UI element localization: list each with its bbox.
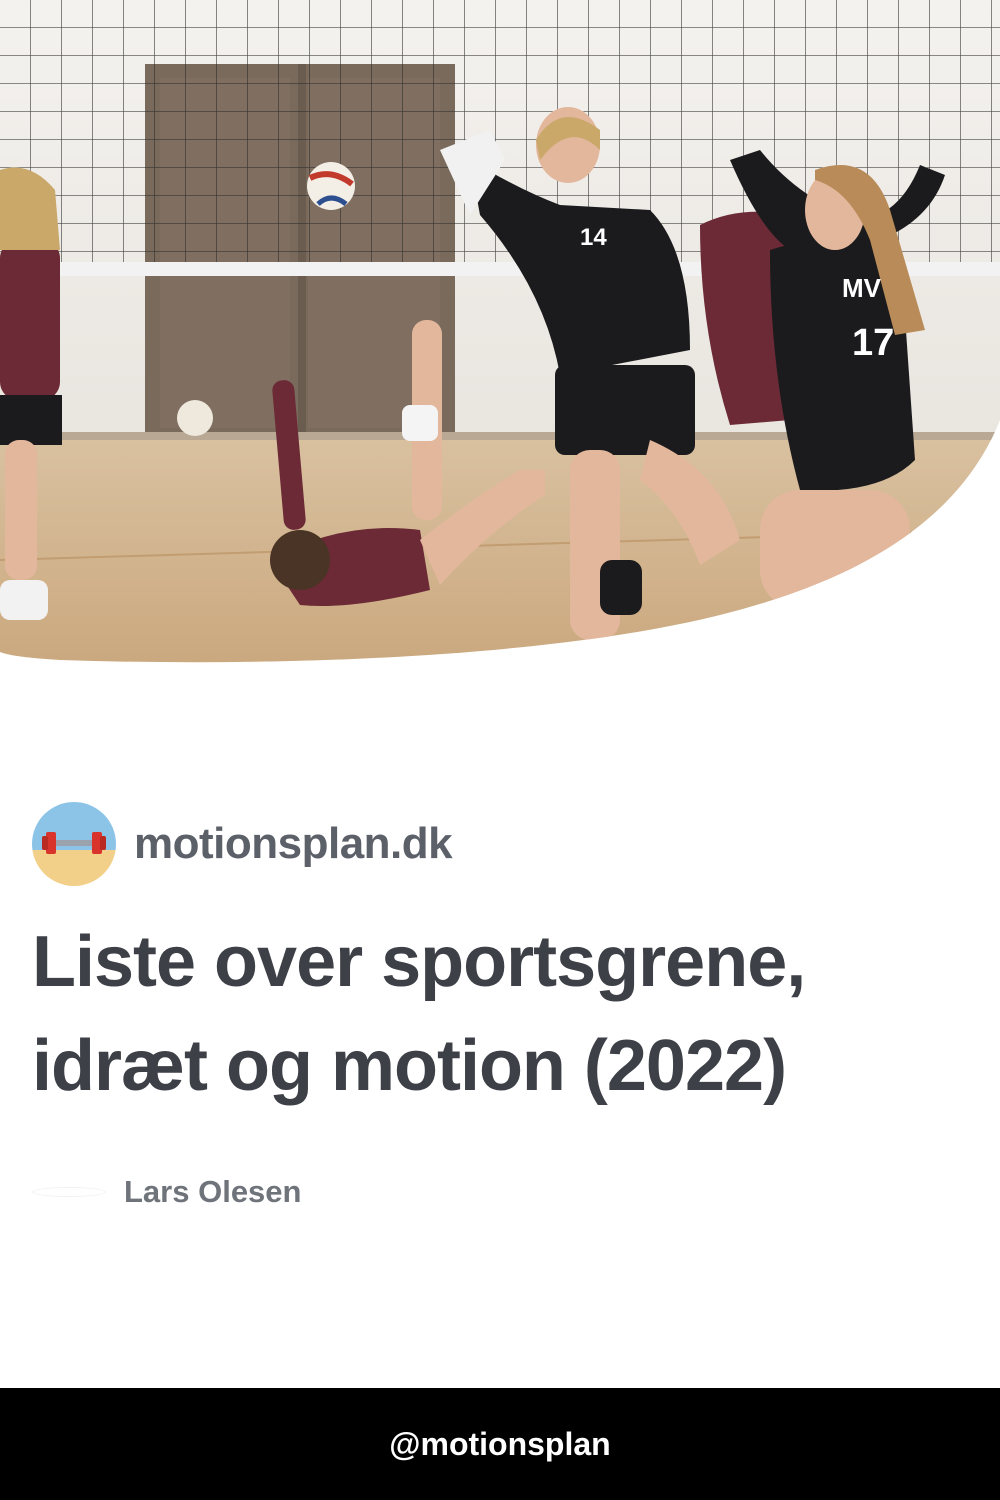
article-title: Liste over sportsgrene, idræt og motion … <box>32 922 806 1106</box>
footer-bar: @motionsplan <box>0 1388 1000 1500</box>
dumbbell-beach-icon[interactable] <box>32 802 116 886</box>
jersey-text: MV <box>842 273 882 303</box>
hero-image: 14 MV 17 <box>0 0 1000 670</box>
site-header: motionsplan.dk <box>32 802 453 886</box>
author-avatar <box>32 1187 106 1197</box>
social-handle-link[interactable]: @motionsplan <box>389 1426 610 1463</box>
site-name-link[interactable]: motionsplan.dk <box>134 819 453 869</box>
author-byline: Lars Olesen <box>32 1168 301 1216</box>
volleyball-photo: 14 MV 17 <box>0 0 1000 663</box>
jersey-number-14: 14 <box>580 224 607 251</box>
jersey-number-17: 17 <box>852 322 894 364</box>
author-name-link[interactable]: Lars Olesen <box>124 1174 301 1210</box>
